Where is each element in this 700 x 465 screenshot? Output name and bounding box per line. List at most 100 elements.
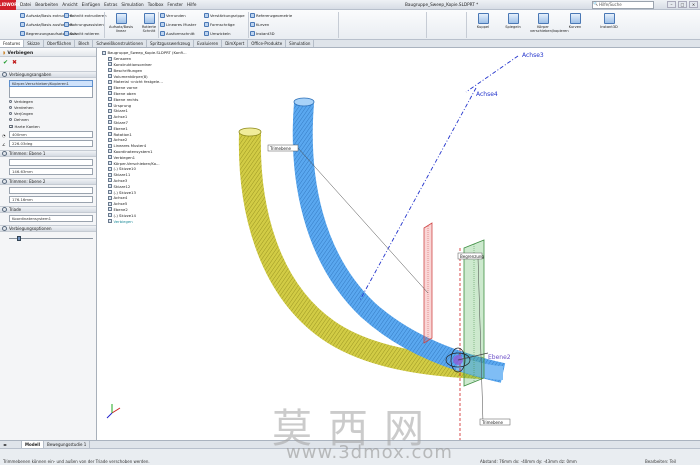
feature-icon [108, 79, 112, 84]
ribbon-button[interactable]: Instant3D [250, 31, 275, 36]
ribbon-button[interactable]: Schnitt extrudieren [64, 13, 107, 18]
view-orientation-triad[interactable] [106, 404, 121, 419]
tab-nav-arrows[interactable]: ◂▸ [0, 441, 22, 448]
ribbon-big-button[interactable]: Aufsatz/Basis linear [108, 13, 134, 33]
ribbon-button[interactable]: Verstärkungsrippe [204, 13, 245, 18]
ribbon-big-tool-icon [477, 13, 489, 24]
ribbon-button[interactable]: Formschräge [204, 22, 235, 27]
menu-item[interactable]: Hilfe [187, 2, 197, 7]
accuracy-slider[interactable] [9, 236, 93, 241]
ribbon-big-button[interactable]: Spiegeln [500, 13, 526, 29]
ribbon-button[interactable]: Bohrungsassistent [64, 22, 105, 27]
radio-bend[interactable]: Verbiegen [9, 99, 96, 104]
ribbon-tool-icon [250, 22, 255, 27]
command-tab[interactable]: Skizze [24, 40, 44, 47]
menu-item[interactable]: Simulation [121, 2, 143, 7]
trim-plane-2-select[interactable] [9, 187, 93, 194]
bottom-tab[interactable]: Modell [22, 441, 45, 448]
ribbon-big-button[interactable]: Instant3D [596, 13, 622, 29]
section-params[interactable]: Verbiegungsangaben [0, 71, 96, 78]
ribbon-big-button[interactable]: Körper verschieben/kopieren [530, 13, 569, 33]
ribbon-button[interactable]: Umwickeln [204, 31, 231, 36]
ribbon-tool-icon [250, 31, 255, 36]
bodies-selection-list[interactable] [9, 87, 93, 98]
maximize-icon[interactable]: □ [678, 1, 687, 8]
section-trim-plane-1[interactable]: Trimmen: Ebene 1 [0, 150, 96, 157]
tube-yellow[interactable] [238, 132, 484, 379]
menu-item[interactable]: Fenster [167, 2, 183, 7]
command-tab[interactable]: Schweißkonstruktionen [93, 40, 148, 47]
menu-item[interactable]: Datei [20, 2, 31, 7]
feature-icon [108, 213, 112, 218]
radio-twist[interactable]: Verdrehen [9, 105, 96, 110]
ribbon-button[interactable]: Referenzgeometrie [250, 13, 292, 18]
feature-icon [108, 190, 112, 195]
trimebene-1-label[interactable]: Trimebene [269, 146, 292, 151]
ribbon-button[interactable]: Kurven [250, 22, 269, 27]
axis-3-line[interactable] [465, 55, 519, 93]
ribbon-big-button[interactable]: Kurven [562, 13, 588, 29]
bodies-selection-field[interactable]: Körper-Verschieben/Kopieren1 [9, 80, 93, 87]
menu-item[interactable]: Bearbeiten [35, 2, 58, 7]
ebene-label[interactable]: Ebene2 [488, 354, 511, 361]
feature-icon [108, 97, 112, 102]
command-tab[interactable]: Oberflächen [44, 40, 76, 47]
tree-item[interactable]: Verbiegen [102, 218, 202, 224]
command-tab[interactable]: Spritzgusswerkzeug [147, 40, 195, 47]
axis-3-label[interactable]: Achse3 [522, 52, 544, 59]
trimebene-2-label[interactable]: Trimebene [481, 420, 504, 425]
axis-4-label[interactable]: Achse4 [476, 91, 498, 98]
ribbon-button[interactable]: Ausformschnitt [160, 31, 195, 36]
feature-icon [108, 108, 112, 113]
ribbon-big-button[interactable]: Kuppel [470, 13, 496, 29]
property-manager-panel: ◗ Verbiegen ✔ ✖ Verbiegungsangaben Körpe… [0, 48, 97, 440]
command-tab[interactable]: Blech [75, 40, 94, 47]
cancel-x-icon[interactable]: ✖ [12, 59, 17, 66]
menu-item[interactable]: Toolbox [148, 2, 164, 7]
menu-item[interactable]: Extras [104, 2, 117, 7]
ribbon-button[interactable]: Lineares Muster [160, 22, 196, 27]
section-triad[interactable]: Triade [0, 206, 96, 213]
trim-plane-1-select[interactable] [9, 159, 93, 166]
menu-item[interactable]: Einfügen [82, 2, 100, 7]
flex-feature-icon: ◗ [3, 50, 6, 56]
ribbon-tool-icon [20, 31, 25, 36]
section-options[interactable]: Verbiegungsoptionen [0, 225, 96, 232]
trim-plane-2-offset[interactable]: 176.16mm [9, 196, 93, 203]
close-icon[interactable]: × [689, 1, 698, 8]
help-search-input[interactable]: Hilfe/Suche [592, 1, 654, 9]
bend-radius-input[interactable]: 400mm [9, 131, 93, 138]
radio-taper[interactable]: Verjüngen [9, 111, 96, 116]
ribbon-button[interactable]: Schnitt rotieren [64, 31, 99, 36]
command-tab[interactable]: DimXpert [222, 40, 249, 47]
tube-blue-end [293, 97, 315, 107]
ribbon-tool-icon [204, 31, 209, 36]
ok-check-icon[interactable]: ✔ [3, 59, 8, 66]
command-tab[interactable]: Office-Produkte [248, 40, 287, 47]
ribbon-button[interactable]: Verrunden [160, 13, 186, 18]
feature-icon [108, 120, 112, 125]
hard-edges-checkbox[interactable]: ✓ Harte Kanten [9, 124, 96, 129]
command-tab[interactable]: Evaluieren [194, 40, 223, 47]
bend-angle-input[interactable]: 226.03deg [9, 140, 93, 147]
axis-4-line[interactable] [359, 87, 477, 301]
minimize-icon[interactable]: – [667, 1, 676, 8]
triad-coordinate-system[interactable]: Koordinatensystem1 [9, 215, 93, 222]
ribbon-tool-icon [20, 22, 25, 27]
feature-icon [108, 137, 112, 142]
ribbon-tool-icon [64, 13, 69, 18]
command-manager-ribbon: Aufsatz/Basis extrudieren Aufsatz/Basis a… [0, 10, 700, 40]
command-tab[interactable]: Simulation [286, 40, 315, 47]
menu-item[interactable]: Ansicht [62, 2, 77, 7]
ribbon-tool-icon [64, 22, 69, 27]
section-trim-plane-2[interactable]: Trimmen: Ebene 2 [0, 178, 96, 185]
radio-stretch[interactable]: Dehnen [9, 117, 96, 122]
command-tab[interactable]: Features [0, 40, 25, 47]
ribbon-big-tool-icon [603, 13, 615, 24]
trim-plane-1-offset[interactable]: 146.63mm [9, 168, 93, 175]
slider-thumb[interactable] [17, 236, 22, 241]
bottom-tab[interactable]: Bewegungsstudie 1 [44, 441, 91, 448]
ribbon-big-tool-icon [537, 13, 549, 24]
app-logo[interactable]: SOLIDWORKS [0, 0, 23, 10]
plane-tag-label[interactable]: Begrenzung [460, 254, 484, 259]
